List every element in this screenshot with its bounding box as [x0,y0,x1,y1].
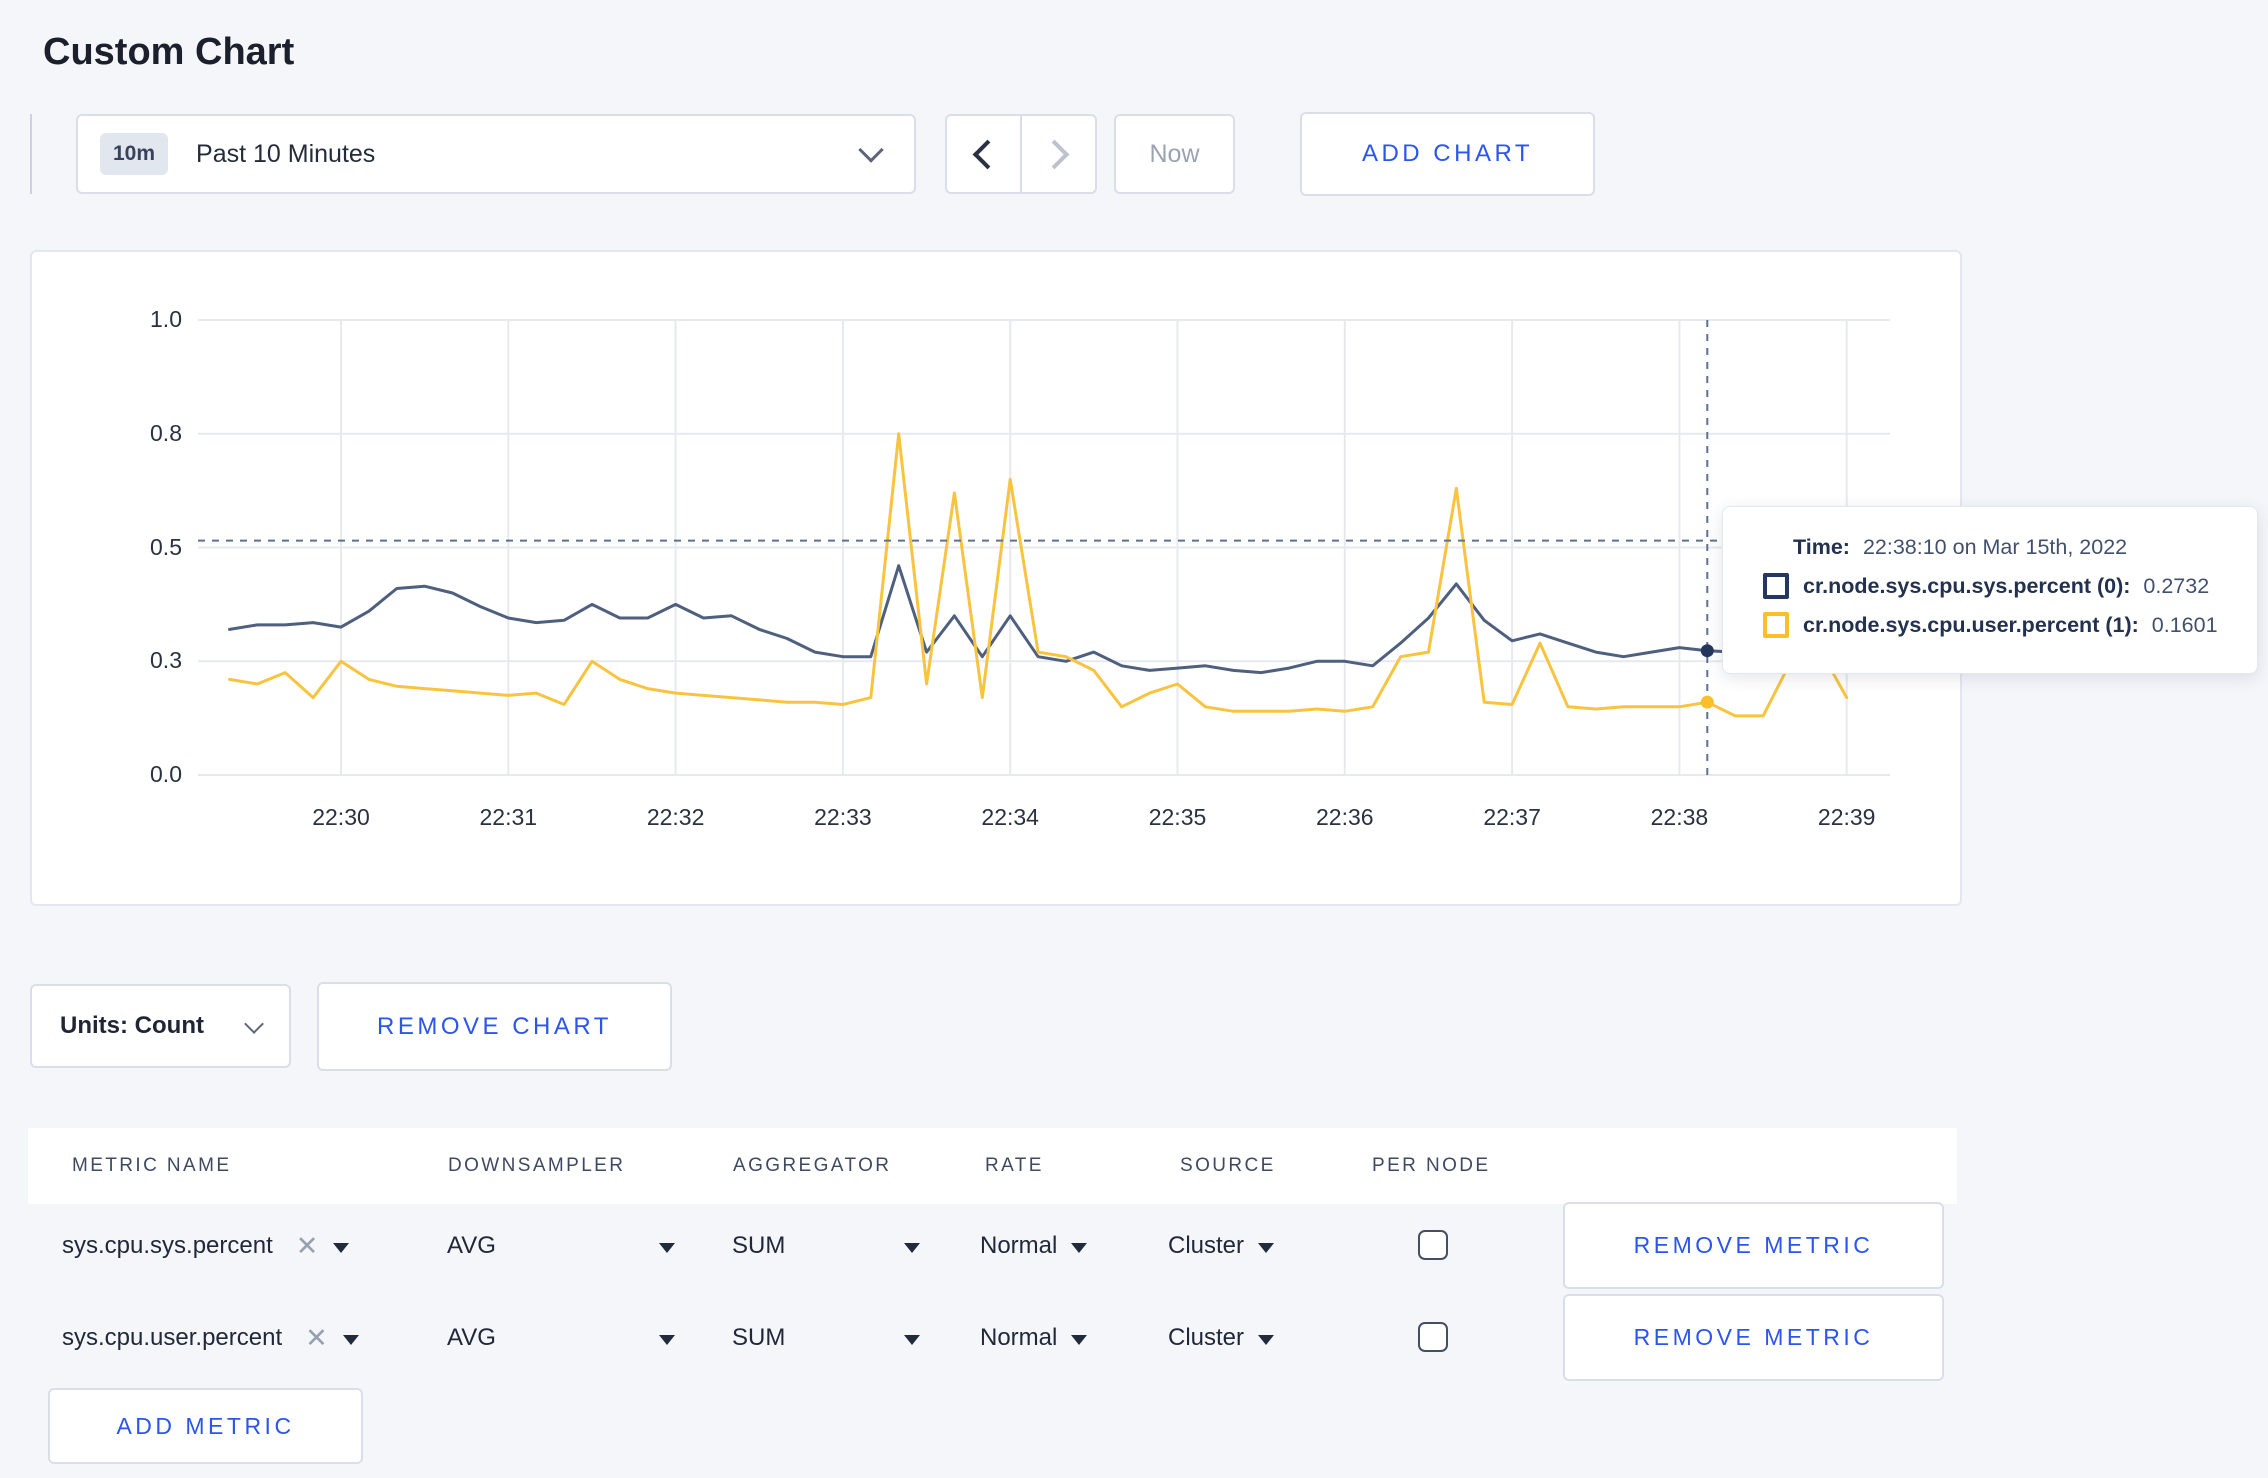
column-header-per-node: PER NODE [1372,1155,1491,1176]
next-timeframe-button[interactable] [1020,116,1095,192]
x-axis-tick-label: 22:31 [479,804,538,830]
crosshair-dot-0 [1700,644,1714,658]
chevron-right-icon [1039,139,1070,169]
y-axis-tick-label: 0.5 [150,533,182,560]
tooltip-series-name: cr.node.sys.cpu.sys.percent (0): [1803,573,2131,598]
crosshair-dot-1 [1700,695,1714,709]
chevron-left-icon [972,139,1003,169]
prev-timeframe-button[interactable] [947,116,1020,192]
downsampler-select[interactable]: AVG [447,1292,675,1384]
column-header-downsampler: DOWNSAMPLER [448,1155,626,1176]
dropdown-caret-icon [1258,1334,1275,1345]
dropdown-caret-icon [333,1242,350,1253]
metric-row: sys.cpu.user.percent ✕ AVG SUM Normal Cl… [28,1292,1957,1384]
source-select[interactable]: Cluster [1168,1200,1275,1292]
series-swatch-icon [1763,573,1789,599]
timeframe-select[interactable]: 10m Past 10 Minutes [76,114,916,194]
metric-name-select[interactable]: sys.cpu.sys.percent ✕ [62,1200,350,1292]
per-node-checkbox[interactable] [1418,1322,1448,1352]
units-label: Units: Count [60,1012,204,1039]
aggregator-select[interactable]: SUM [732,1200,920,1292]
tooltip-series-value: 0.2732 [2143,573,2210,598]
remove-metric-button[interactable]: REMOVE METRIC [1563,1294,1944,1381]
time-nav-group [945,114,1097,194]
rate-value: Normal [980,1324,1058,1351]
timeframe-badge: 10m [100,133,169,175]
now-button[interactable]: Now [1114,114,1235,194]
downsampler-select[interactable]: AVG [447,1200,675,1292]
tooltip-time-value: 22:38:10 on Mar 15th, 2022 [1862,535,2128,559]
x-axis-tick-label: 22:35 [1148,804,1207,830]
dropdown-caret-icon [1071,1242,1088,1253]
y-axis-tick-label: 0.0 [150,761,182,787]
column-header-source: SOURCE [1180,1155,1276,1176]
x-axis-tick-label: 22:38 [1650,804,1709,830]
series-line-0 [228,564,1849,675]
chart-card: 1.0 0.8 0.5 0.3 0.0 22:30 22:31 22:32 22:33 22:34… [30,250,1962,906]
tooltip-time-row: Time: 22:38:10 on Mar 15th, 2022 [1793,535,2239,560]
remove-tag-icon[interactable]: ✕ [296,1231,319,1262]
x-axis-tick-label: 22:30 [312,804,370,830]
add-chart-button[interactable]: ADD CHART [1300,112,1595,196]
page-title: Custom Chart [43,31,295,74]
dropdown-caret-icon [904,1242,920,1253]
remove-chart-button[interactable]: REMOVE CHART [317,982,672,1071]
tooltip-series-name: cr.node.sys.cpu.user.percent (1): [1803,612,2139,637]
metric-row: sys.cpu.sys.percent ✕ AVG SUM Normal Clu… [28,1200,1957,1292]
chevron-down-icon [244,1014,264,1034]
rate-select[interactable]: Normal [980,1292,1088,1384]
dropdown-caret-icon [659,1334,675,1345]
source-value: Cluster [1168,1232,1245,1259]
dropdown-caret-icon [342,1334,359,1345]
units-select[interactable]: Units: Count [30,984,291,1068]
per-node-checkbox[interactable] [1418,1230,1448,1260]
aggregator-value: SUM [732,1232,786,1259]
y-axis-tick-label: 0.8 [150,419,182,446]
remove-metric-button[interactable]: REMOVE METRIC [1563,1202,1944,1289]
dropdown-caret-icon [1258,1242,1275,1253]
downsampler-value: AVG [447,1324,496,1351]
x-axis-tick-label: 22:36 [1316,804,1374,830]
column-header-metric-name: METRIC NAME [72,1155,232,1176]
dropdown-caret-icon [904,1334,920,1345]
aggregator-value: SUM [732,1324,786,1351]
x-axis-tick-label: 22:32 [646,804,705,830]
x-axis-tick-label: 22:33 [814,804,872,830]
tooltip-series-row: cr.node.sys.cpu.user.percent (1): 0.1601 [1763,612,2239,638]
dropdown-caret-icon [1071,1334,1088,1345]
downsampler-value: AVG [447,1232,496,1259]
column-header-aggregator: AGGREGATOR [733,1155,892,1176]
metric-name-value: sys.cpu.user.percent [62,1324,283,1351]
rate-select[interactable]: Normal [980,1200,1088,1292]
metric-name-select[interactable]: sys.cpu.user.percent ✕ [62,1292,359,1384]
source-value: Cluster [1168,1324,1245,1351]
x-axis-tick-label: 22:39 [1817,804,1876,830]
add-metric-button[interactable]: ADD METRIC [48,1388,363,1464]
column-header-rate: RATE [985,1155,1044,1176]
chart-tooltip: Time: 22:38:10 on Mar 15th, 2022 cr.node… [1722,506,2258,674]
remove-tag-icon[interactable]: ✕ [305,1323,328,1354]
tooltip-series-value: 0.1601 [2151,612,2218,637]
chevron-down-icon [858,137,884,163]
y-axis-tick-label: 1.0 [150,306,182,332]
series-swatch-icon [1763,612,1789,638]
aggregator-select[interactable]: SUM [732,1292,920,1384]
source-select[interactable]: Cluster [1168,1292,1275,1384]
tooltip-time-label: Time: [1793,535,1850,559]
rate-value: Normal [980,1232,1058,1259]
y-axis-tick-label: 0.3 [150,647,182,674]
left-divider [30,114,32,194]
series-line-1 [228,432,1849,718]
tooltip-series-row: cr.node.sys.cpu.sys.percent (0): 0.2732 [1763,573,2239,599]
x-axis-tick-label: 22:34 [981,804,1039,830]
dropdown-caret-icon [659,1242,675,1253]
metrics-table-header: METRIC NAME DOWNSAMPLER AGGREGATOR RATE … [28,1128,1957,1204]
metric-name-value: sys.cpu.sys.percent [62,1232,273,1259]
timeframe-label: Past 10 Minutes [196,139,376,168]
x-axis-tick-label: 22:37 [1483,804,1541,830]
